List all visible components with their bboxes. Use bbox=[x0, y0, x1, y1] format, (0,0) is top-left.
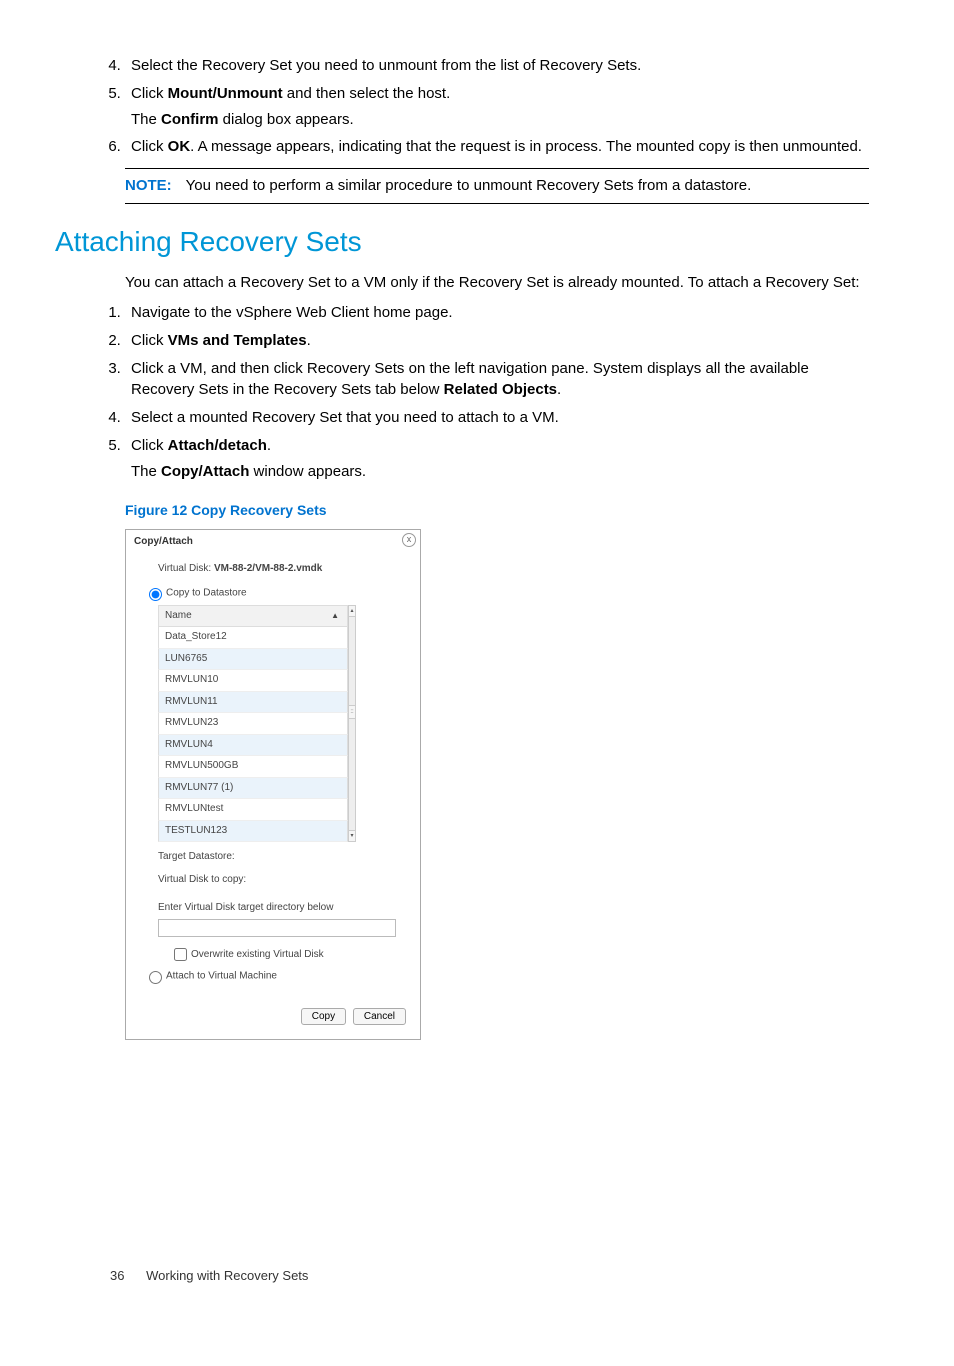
dialog-buttons: Copy Cancel bbox=[126, 1002, 420, 1039]
step-4: Select the Recovery Set you need to unmo… bbox=[125, 55, 869, 77]
step-5: Click Mount/Unmount and then select the … bbox=[125, 83, 869, 131]
unmount-steps: Select the Recovery Set you need to unmo… bbox=[125, 55, 869, 158]
overwrite-checkbox-row[interactable]: Overwrite existing Virtual Disk bbox=[170, 945, 406, 964]
scroll-up-icon[interactable]: ▴ bbox=[348, 605, 356, 617]
virtual-disk-value: VM-88-2/VM-88-2.vmdk bbox=[214, 563, 322, 574]
list-item[interactable]: LUN6765 bbox=[158, 649, 348, 671]
sort-ascending-icon[interactable]: ▲ bbox=[331, 610, 339, 622]
virtual-disk-to-copy-label: Virtual Disk to copy: bbox=[158, 873, 406, 888]
dialog-title: Copy/Attach bbox=[126, 530, 420, 553]
section-intro: You can attach a Recovery Set to a VM on… bbox=[125, 272, 869, 294]
step-text-b: and then select the host. bbox=[283, 85, 451, 102]
step-bold: OK bbox=[168, 138, 191, 155]
list-item[interactable]: RMVLUN77 (1) bbox=[158, 778, 348, 800]
step-para-bold: Confirm bbox=[161, 111, 219, 128]
step-text: Click bbox=[131, 138, 168, 155]
step-para-a: The bbox=[131, 111, 161, 128]
step-1: Navigate to the vSphere Web Client home … bbox=[125, 302, 869, 324]
overwrite-checkbox[interactable] bbox=[174, 948, 187, 961]
note-label: NOTE: bbox=[125, 177, 172, 194]
list-header-name[interactable]: Name ▲ bbox=[158, 605, 348, 628]
step-para-b: dialog box appears. bbox=[219, 111, 354, 128]
note-box: NOTE: You need to perform a similar proce… bbox=[125, 168, 869, 204]
page-footer: 36 Working with Recovery Sets bbox=[110, 1267, 308, 1286]
enter-directory-label: Enter Virtual Disk target directory belo… bbox=[158, 901, 406, 916]
footer-section: Working with Recovery Sets bbox=[146, 1268, 308, 1283]
scrollbar[interactable]: ▴ :: ▾ bbox=[348, 605, 356, 843]
list-item[interactable]: RMVLUNtest bbox=[158, 799, 348, 821]
step-4b: Select a mounted Recovery Set that you n… bbox=[125, 407, 869, 429]
list-item[interactable]: TESTLUN123 bbox=[158, 821, 348, 843]
note-text: You need to perform a similar procedure … bbox=[186, 177, 752, 194]
step-bold: Mount/Unmount bbox=[168, 85, 283, 102]
close-icon[interactable]: x bbox=[402, 533, 416, 547]
virtual-disk-label: Virtual Disk: VM-88-2/VM-88-2.vmdk bbox=[158, 562, 406, 577]
list-item[interactable]: RMVLUN11 bbox=[158, 692, 348, 714]
list-item[interactable]: RMVLUN10 bbox=[158, 670, 348, 692]
step-6: Click OK. A message appears, indicating … bbox=[125, 136, 869, 158]
radio-copy-datastore[interactable] bbox=[149, 588, 162, 601]
copy-attach-dialog: Copy/Attach x Virtual Disk: VM-88-2/VM-8… bbox=[125, 529, 421, 1040]
list-item[interactable]: RMVLUN4 bbox=[158, 735, 348, 757]
attach-steps: Navigate to the vSphere Web Client home … bbox=[125, 302, 869, 482]
copy-button[interactable]: Copy bbox=[301, 1008, 346, 1025]
step-text-b: . A message appears, indicating that the… bbox=[190, 138, 862, 155]
scroll-down-icon[interactable]: ▾ bbox=[348, 830, 356, 842]
target-directory-input[interactable] bbox=[158, 919, 396, 937]
list-item[interactable]: Data_Store12 bbox=[158, 627, 348, 649]
datastore-list: Name ▲ Data_Store12 LUN6765 RMVLUN10 RMV… bbox=[158, 605, 406, 843]
copy-to-datastore-radio[interactable]: Copy to Datastore bbox=[144, 585, 406, 601]
step-5b: Click Attach/detach. The Copy/Attach win… bbox=[125, 435, 869, 483]
scroll-handle-icon[interactable]: :: bbox=[348, 705, 356, 719]
attach-to-vm-radio[interactable]: Attach to Virtual Machine bbox=[144, 968, 406, 984]
step-text: Click bbox=[131, 85, 168, 102]
list-item[interactable]: RMVLUN23 bbox=[158, 713, 348, 735]
target-datastore-label: Target Datastore: bbox=[158, 850, 406, 865]
radio-attach-vm[interactable] bbox=[149, 971, 162, 984]
step-3: Click a VM, and then click Recovery Sets… bbox=[125, 358, 869, 402]
page-number: 36 bbox=[110, 1268, 124, 1283]
step-text: Select the Recovery Set you need to unmo… bbox=[131, 57, 641, 74]
cancel-button[interactable]: Cancel bbox=[353, 1008, 406, 1025]
section-title: Attaching Recovery Sets bbox=[55, 222, 899, 263]
figure-caption: Figure 12 Copy Recovery Sets bbox=[125, 500, 869, 520]
list-item[interactable]: RMVLUN500GB bbox=[158, 756, 348, 778]
step-2: Click VMs and Templates. bbox=[125, 330, 869, 352]
